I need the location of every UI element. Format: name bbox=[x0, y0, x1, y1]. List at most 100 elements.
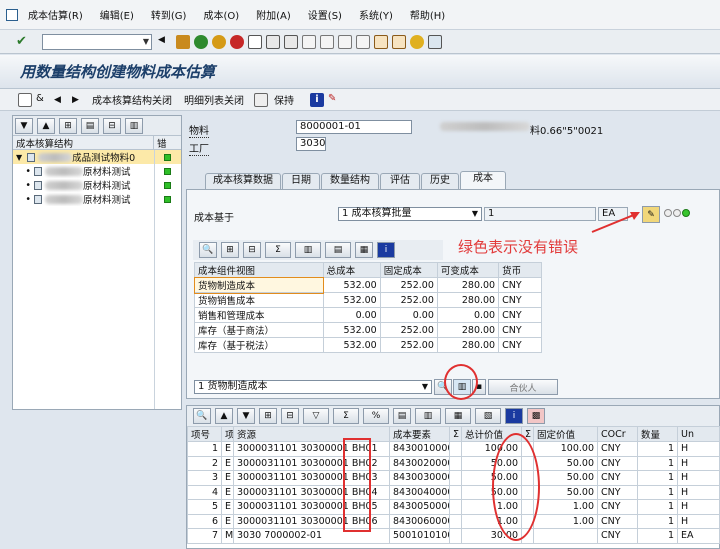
find-icon[interactable]: ⊞ bbox=[259, 408, 277, 424]
sap-menu-icon[interactable] bbox=[6, 8, 18, 21]
costing-icon[interactable]: ✎ bbox=[328, 93, 342, 107]
back-icon[interactable] bbox=[194, 34, 208, 49]
history-left-icon[interactable]: ◀ bbox=[158, 35, 172, 49]
table-row[interactable]: 1 E 3000031101 30300001 BH01 8430010000 100.… bbox=[187, 441, 720, 457]
filter-icon[interactable]: ▽ bbox=[303, 408, 329, 424]
views-icon[interactable]: ▥ bbox=[295, 242, 321, 258]
component-grid-toolbar: 🔍 ⊞ ⊟ Σ ▥ ▤ ▦ i bbox=[193, 240, 443, 260]
save-icon[interactable] bbox=[176, 34, 190, 49]
next-page-icon[interactable] bbox=[338, 34, 352, 49]
table-row[interactable]: 3 E 3000031101 30300001 BH03 8430030000 50.0… bbox=[187, 470, 720, 486]
tree-node[interactable]: • 原材料测试 bbox=[13, 192, 181, 206]
layout-grid-icon[interactable]: ▦ bbox=[355, 242, 373, 258]
tab-history[interactable]: 历史 bbox=[421, 173, 459, 189]
tree-node[interactable]: • 原材料测试 bbox=[13, 178, 181, 192]
tree-header: 成本核算结构 错 bbox=[13, 136, 181, 150]
export-icon[interactable]: ▤ bbox=[325, 242, 351, 258]
table-row[interactable]: 5 E 3000031101 30300001 BH05 8430050000 1.00… bbox=[187, 499, 720, 515]
help-icon[interactable] bbox=[410, 34, 424, 49]
print-tree-icon[interactable]: ▤ bbox=[81, 117, 99, 134]
cell: 库存（基于税法） bbox=[194, 337, 324, 353]
component-view-select[interactable]: 1 货物制造成本 ▼ bbox=[194, 380, 432, 394]
first-page-icon[interactable] bbox=[302, 34, 316, 49]
excel-icon[interactable]: ▩ bbox=[527, 408, 545, 424]
cell: 4 bbox=[187, 484, 222, 500]
close-structure-button[interactable]: 成本核算结构关闭 bbox=[92, 92, 172, 107]
print-icon[interactable] bbox=[248, 34, 262, 49]
find-next-icon[interactable]: ⊟ bbox=[281, 408, 299, 424]
menu-extras[interactable]: 附加(A) bbox=[256, 7, 291, 22]
menu-costs[interactable]: 成本(O) bbox=[203, 7, 239, 22]
display-change-icon[interactable]: & bbox=[36, 93, 50, 107]
menu-cost-estimate[interactable]: 成本估算(R) bbox=[28, 7, 83, 22]
plant-field[interactable]: 3030 bbox=[296, 137, 326, 151]
layout-tree-icon[interactable]: ⊟ bbox=[103, 117, 121, 134]
next-item-icon[interactable]: ▶ bbox=[72, 93, 86, 107]
tree-node[interactable]: • 原材料测试 bbox=[13, 164, 181, 178]
tab-qty-structure[interactable]: 数量结构 bbox=[321, 173, 379, 189]
menu-help[interactable]: 帮助(H) bbox=[410, 7, 445, 22]
tab-valuation[interactable]: 评估 bbox=[380, 173, 420, 189]
cancel-icon[interactable] bbox=[230, 34, 244, 49]
expand-arrow-icon[interactable]: ▼ bbox=[16, 153, 22, 162]
sort-asc-icon[interactable]: ▲ bbox=[215, 408, 233, 424]
table-row[interactable]: 7 M 3030 7000002-01 5001010100 30.00 CNY 1 EA bbox=[187, 528, 720, 544]
table-row[interactable]: 6 E 3000031101 30300001 BH06 8430060000 1.00… bbox=[187, 513, 720, 529]
table-row[interactable]: 库存（基于税法） 532.00 252.00 280.00 CNY bbox=[194, 337, 542, 353]
print-icon[interactable]: ▤ bbox=[393, 408, 411, 424]
info-icon[interactable]: i bbox=[505, 408, 523, 424]
command-field[interactable]: ▼ bbox=[42, 33, 152, 50]
blurred-text bbox=[45, 194, 83, 204]
prev-page-icon[interactable] bbox=[320, 34, 334, 49]
last-page-icon[interactable] bbox=[356, 34, 370, 49]
sort-desc-icon[interactable]: ▼ bbox=[237, 408, 255, 424]
new-session-icon[interactable] bbox=[374, 34, 388, 49]
partner-button[interactable]: 合伙人 bbox=[488, 379, 558, 395]
table-row[interactable]: 货物制造成本 532.00 252.00 280.00 CNY bbox=[193, 276, 542, 294]
export-icon[interactable]: ▦ bbox=[445, 408, 471, 424]
expand-icon[interactable]: ▼ bbox=[15, 117, 33, 134]
menu-settings[interactable]: 设置(S) bbox=[308, 7, 342, 22]
find-icon[interactable] bbox=[266, 34, 280, 49]
table-row[interactable]: 2 E 3000031101 30300001 BH02 8430020000 50.0… bbox=[187, 455, 720, 471]
info-grid-icon[interactable]: i bbox=[377, 242, 395, 258]
menu-goto[interactable]: 转到(G) bbox=[151, 7, 187, 22]
table-row[interactable]: 货物销售成本 532.00 252.00 280.00 CNY bbox=[194, 292, 542, 308]
sum-icon[interactable]: Σ bbox=[265, 242, 291, 258]
details-icon[interactable]: 🔍 bbox=[199, 242, 217, 258]
tree-root-node[interactable]: ▼ 成品测试物料0 bbox=[13, 150, 181, 164]
page-title: 用数量结构创建物料成本估算 bbox=[20, 63, 216, 81]
subtotal-icon[interactable]: % bbox=[363, 408, 389, 424]
find-grid-icon[interactable]: ⊞ bbox=[221, 242, 239, 258]
pdf-tree-icon[interactable]: ▥ bbox=[125, 117, 143, 134]
views-icon[interactable]: ▥ bbox=[415, 408, 441, 424]
details-icon[interactable]: 🔍 bbox=[193, 408, 211, 424]
tab-dates[interactable]: 日期 bbox=[282, 173, 320, 189]
layout-icon[interactable]: ▧ bbox=[475, 408, 501, 424]
menu-edit[interactable]: 编辑(E) bbox=[100, 7, 134, 22]
cost-base-select[interactable]: 1 成本核算批量 ▼ bbox=[338, 207, 482, 221]
material-field[interactable]: 8000001-01 bbox=[296, 120, 412, 134]
info-icon[interactable]: i bbox=[310, 92, 324, 107]
find-next-icon[interactable] bbox=[284, 34, 298, 49]
enter-check-icon[interactable]: ✔ bbox=[16, 34, 30, 49]
menu-system[interactable]: 系统(Y) bbox=[359, 7, 393, 22]
tab-costing-data[interactable]: 成本核算数据 bbox=[205, 173, 281, 189]
sum-icon[interactable]: Σ bbox=[333, 408, 359, 424]
tree-toolbar: ▼ ▲ ⊞ ▤ ⊟ ▥ bbox=[13, 116, 181, 136]
keep-button[interactable]: 保持 bbox=[274, 92, 294, 107]
table-row[interactable]: 库存（基于商法） 532.00 252.00 280.00 CNY bbox=[194, 322, 542, 338]
collapse-icon[interactable]: ▲ bbox=[37, 117, 55, 134]
close-detail-button[interactable]: 明细列表关闭 bbox=[184, 92, 244, 107]
tab-costs[interactable]: 成本 bbox=[460, 171, 506, 189]
table-row[interactable]: 销售和管理成本 0.00 0.00 0.00 CNY bbox=[194, 307, 542, 323]
find-tree-icon[interactable]: ⊞ bbox=[59, 117, 77, 134]
col-item-cat: 项 bbox=[221, 426, 234, 442]
shortcut-icon[interactable] bbox=[392, 34, 406, 49]
exit-icon[interactable] bbox=[212, 34, 226, 49]
create-icon[interactable] bbox=[18, 92, 32, 107]
prev-item-icon[interactable]: ◀ bbox=[54, 93, 68, 107]
find-next-grid-icon[interactable]: ⊟ bbox=[243, 242, 261, 258]
layout-menu-icon[interactable] bbox=[428, 34, 442, 49]
table-row[interactable]: 4 E 3000031101 30300001 BH04 8430040000 50.0… bbox=[187, 484, 720, 500]
